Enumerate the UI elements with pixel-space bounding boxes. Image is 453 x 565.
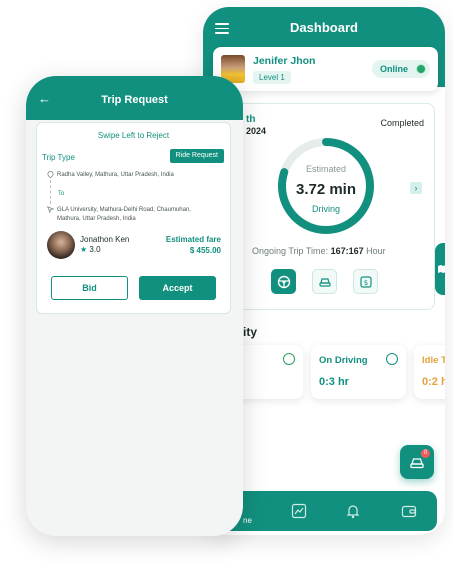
- svg-text:$: $: [364, 279, 368, 287]
- gauge-sublabel: Driving: [311, 204, 340, 214]
- dollar-icon: $: [360, 276, 372, 288]
- car-icon: [319, 278, 331, 287]
- ongoing-trip-time: Ongoing Trip Time: 167:167 Hour: [252, 246, 386, 256]
- bottom-navigation: ne: [211, 491, 437, 531]
- pickup-address: Radha Valley, Mathura, Uttar Pradesh, In…: [57, 172, 174, 178]
- ride-request-badge: Ride Request: [169, 149, 224, 163]
- profile-name: Jenifer Jhon: [253, 55, 316, 67]
- swipe-hint: Swipe Left to Reject: [97, 131, 170, 140]
- online-status-dot: [416, 64, 426, 74]
- gauge-value: 3.72 min: [295, 181, 357, 198]
- map-side-tab[interactable]: [435, 243, 445, 295]
- year-label: 2024: [246, 126, 267, 136]
- activity-card-value: 0:3 hr: [319, 376, 349, 388]
- trip-fab-button[interactable]: 0: [400, 445, 434, 479]
- trip-request-card[interactable]: Swipe Left to Reject Trip Type Ride Requ…: [36, 122, 231, 314]
- level-badge: Level 1: [253, 71, 291, 84]
- activity-card-value: 0:2 h: [422, 376, 445, 388]
- completed-label: Completed: [380, 118, 424, 128]
- fare-label: Estimated fare: [165, 235, 221, 244]
- steering-wheel-button[interactable]: [271, 269, 296, 294]
- driver-name: Jonathon Ken: [80, 235, 130, 244]
- activity-card-title: Idle T: [422, 355, 445, 366]
- rating-value: 3.0: [89, 245, 101, 254]
- wallet-icon[interactable]: [401, 503, 417, 519]
- dashboard-title: Dashboard: [290, 20, 358, 35]
- ongoing-value: 167:167: [330, 246, 364, 256]
- payment-button[interactable]: $: [353, 269, 378, 294]
- fare-value: $ 455.00: [189, 246, 221, 255]
- bell-icon[interactable]: [345, 503, 361, 519]
- ongoing-unit: Hour: [366, 246, 386, 256]
- steering-wheel-icon: [277, 275, 291, 289]
- online-toggle[interactable]: Online: [371, 60, 430, 78]
- profile-card[interactable]: Jenifer Jhon Level 1 Online: [213, 47, 438, 91]
- activity-card-title: On Driving: [319, 355, 368, 366]
- nav-home-label[interactable]: ne: [243, 516, 252, 525]
- trip-type-label: Trip Type: [42, 153, 75, 162]
- driver-avatar: [47, 231, 75, 259]
- online-status-label: Online: [379, 64, 408, 74]
- bid-button[interactable]: Bid: [51, 276, 128, 300]
- location-pin-icon: [47, 171, 54, 178]
- gauge-label: Estimated: [305, 164, 347, 174]
- chart-icon[interactable]: [291, 503, 307, 519]
- chevron-right-icon[interactable]: ›: [410, 182, 422, 194]
- stopwatch-icon: [386, 353, 398, 365]
- star-icon: ★: [80, 245, 88, 254]
- trip-title: Trip Request: [101, 94, 168, 106]
- route-divider: [50, 180, 51, 204]
- navigation-arrow-icon: [47, 206, 54, 213]
- map-icon: [438, 265, 445, 273]
- trip-request-screen: ← Trip Request Swipe Left to Reject Trip…: [26, 76, 243, 536]
- dropoff-address: GLA University, Mathura-Delhi Road, Chau…: [57, 207, 191, 222]
- notification-badge: 0: [421, 449, 430, 458]
- driver-rating: ★ 3.0: [80, 245, 101, 254]
- activity-card-driving[interactable]: On Driving 0:3 hr: [311, 345, 406, 399]
- trip-stats-card: th 2024 Completed Estimated 3.72 min Dri…: [213, 103, 435, 310]
- car-button[interactable]: [312, 269, 337, 294]
- activity-card-idle[interactable]: Idle T 0:2 h: [414, 345, 445, 399]
- trip-header: ← Trip Request: [26, 76, 243, 120]
- accept-button[interactable]: Accept: [139, 276, 216, 300]
- month-label: th: [246, 114, 256, 125]
- info-icon: [283, 353, 295, 365]
- ongoing-label: Ongoing Trip Time:: [252, 246, 329, 256]
- to-label: To: [58, 191, 65, 197]
